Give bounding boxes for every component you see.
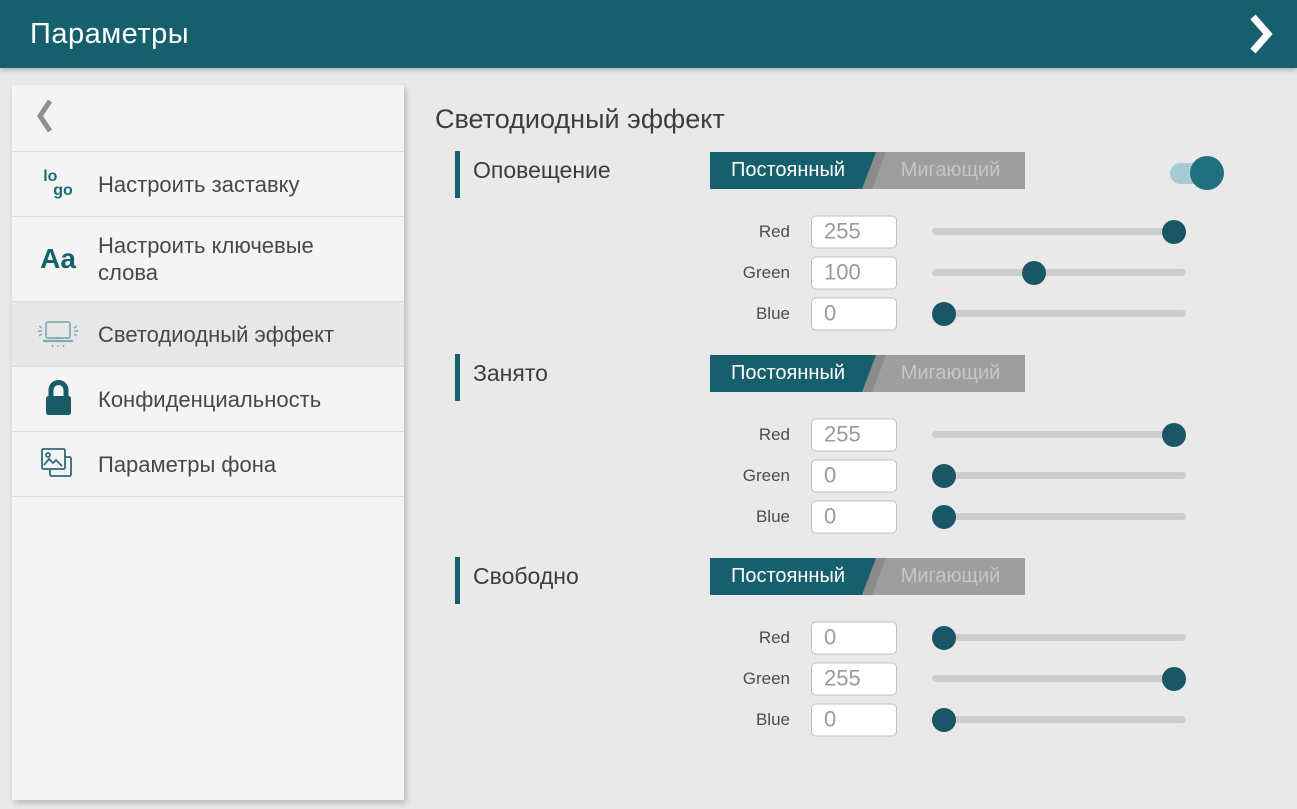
channel-row-blue: Blue (435, 699, 1297, 740)
keywords-icon: Aa (32, 245, 84, 273)
sidebar-item-label: Настроить ключевые слова (98, 232, 348, 286)
sidebar-item-label: Настроить заставку (98, 171, 300, 198)
sidebar-item-label: Светодиодный эффект (98, 321, 334, 348)
sidebar-item-background[interactable]: Параметры фона (12, 432, 404, 497)
mode-blinking-button[interactable]: Мигающий (876, 558, 1025, 595)
blue-value-input[interactable] (811, 703, 897, 736)
chevron-left-icon (36, 98, 54, 139)
lock-icon (32, 378, 84, 420)
slider-thumb[interactable] (932, 626, 956, 650)
app-title: Параметры (30, 18, 189, 51)
section-notification: Оповещение Постоянный Мигающий Red Green (435, 147, 1297, 334)
page-title: Светодиодный эффект (435, 104, 1297, 135)
sidebar-item-label: Конфиденциальность (98, 386, 321, 413)
section-busy: Занято Постоянный Мигающий Red Green (435, 350, 1297, 537)
images-icon (32, 444, 84, 484)
red-value-input[interactable] (811, 418, 897, 451)
red-label: Red (685, 425, 790, 445)
blue-slider[interactable] (932, 302, 1186, 326)
channel-row-green: Green (435, 658, 1297, 699)
green-value-input[interactable] (811, 662, 897, 695)
section-title: Занято (473, 360, 548, 387)
channel-row-blue: Blue (435, 293, 1297, 334)
green-slider[interactable] (932, 261, 1186, 285)
chevron-right-icon[interactable] (1249, 14, 1273, 54)
section-accent-bar (455, 557, 460, 604)
blue-label: Blue (685, 304, 790, 324)
slider-thumb[interactable] (932, 464, 956, 488)
section-title: Свободно (473, 563, 579, 590)
toggle-thumb[interactable] (1190, 156, 1224, 190)
green-slider[interactable] (932, 464, 1186, 488)
red-value-input[interactable] (811, 215, 897, 248)
red-slider[interactable] (932, 423, 1186, 447)
app-bar: Параметры (0, 0, 1297, 68)
channel-row-green: Green (435, 252, 1297, 293)
blue-value-input[interactable] (811, 500, 897, 533)
red-slider[interactable] (932, 220, 1186, 244)
red-label: Red (685, 628, 790, 648)
slider-thumb[interactable] (932, 505, 956, 529)
channel-row-blue: Blue (435, 496, 1297, 537)
mode-blinking-button[interactable]: Мигающий (876, 152, 1025, 189)
red-slider[interactable] (932, 626, 1186, 650)
channel-row-red: Red (435, 617, 1297, 658)
sidebar-back-button[interactable] (12, 85, 404, 152)
mode-constant-button[interactable]: Постоянный (710, 558, 876, 595)
blue-label: Blue (685, 710, 790, 730)
slider-thumb[interactable] (932, 708, 956, 732)
sidebar-item-label: Параметры фона (98, 451, 276, 478)
red-label: Red (685, 222, 790, 242)
slider-thumb[interactable] (1022, 261, 1046, 285)
mode-constant-button[interactable]: Постоянный (710, 152, 876, 189)
mode-segmented-control: Постоянный Мигающий (710, 558, 1025, 595)
green-label: Green (685, 669, 790, 689)
mode-constant-button[interactable]: Постоянный (710, 355, 876, 392)
channel-row-red: Red (435, 414, 1297, 455)
green-value-input[interactable] (811, 459, 897, 492)
green-label: Green (685, 263, 790, 283)
mode-blinking-button[interactable]: Мигающий (876, 355, 1025, 392)
main-content: Светодиодный эффект Оповещение Постоянны… (435, 68, 1297, 809)
blue-value-input[interactable] (811, 297, 897, 330)
section-title: Оповещение (473, 157, 611, 184)
led-screen-icon (32, 316, 84, 352)
green-value-input[interactable] (811, 256, 897, 289)
notification-toggle-switch[interactable] (1170, 153, 1226, 193)
slider-thumb[interactable] (932, 302, 956, 326)
green-slider[interactable] (932, 667, 1186, 691)
sidebar-item-privacy[interactable]: Конфиденциальность (12, 367, 404, 432)
sidebar: lo go Настроить заставку Aa Настроить кл… (12, 85, 404, 800)
blue-slider[interactable] (932, 708, 1186, 732)
section-free: Свободно Постоянный Мигающий Red Green (435, 553, 1297, 740)
mode-segmented-control: Постоянный Мигающий (710, 355, 1025, 392)
mode-segmented-control: Постоянный Мигающий (710, 152, 1025, 189)
section-accent-bar (455, 151, 460, 198)
logo-icon: lo go (32, 170, 84, 198)
sidebar-item-led-effect[interactable]: Светодиодный эффект (12, 302, 404, 367)
green-label: Green (685, 466, 790, 486)
blue-label: Blue (685, 507, 790, 527)
red-value-input[interactable] (811, 621, 897, 654)
channel-row-green: Green (435, 455, 1297, 496)
sidebar-item-splash[interactable]: lo go Настроить заставку (12, 152, 404, 217)
section-accent-bar (455, 354, 460, 401)
blue-slider[interactable] (932, 505, 1186, 529)
sidebar-item-keywords[interactable]: Aa Настроить ключевые слова (12, 217, 404, 302)
channel-row-red: Red (435, 211, 1297, 252)
slider-thumb[interactable] (1162, 220, 1186, 244)
slider-thumb[interactable] (1162, 667, 1186, 691)
slider-thumb[interactable] (1162, 423, 1186, 447)
